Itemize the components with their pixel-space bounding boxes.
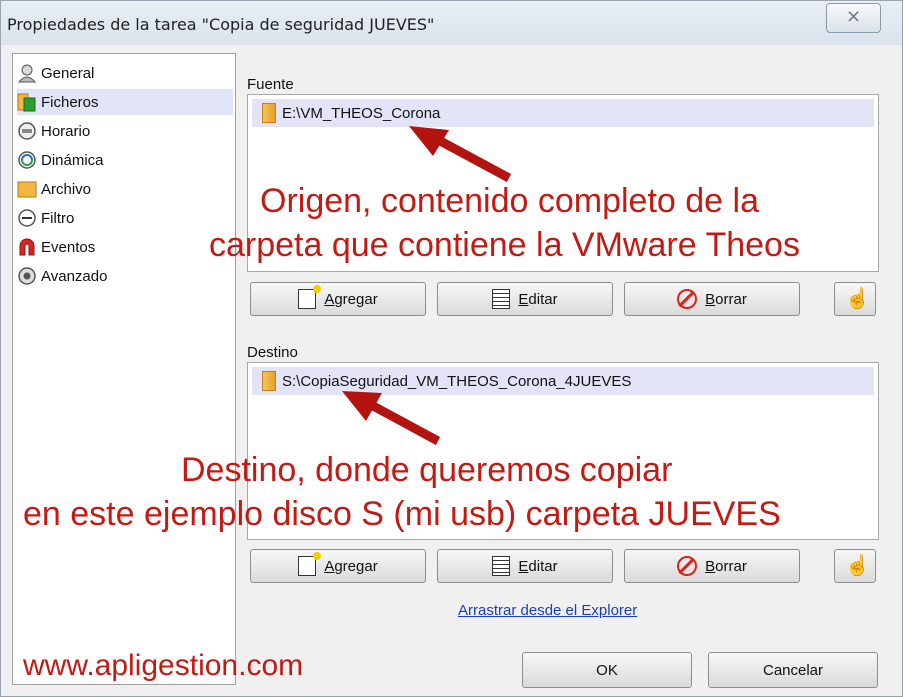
- hand-icon: ☝: [845, 288, 870, 310]
- origin-annotation-line1: Origen, contenido completo de la: [260, 182, 759, 220]
- source-pick-button[interactable]: ☝: [834, 282, 876, 316]
- list-item[interactable]: E:\VM_THEOS_Corona: [252, 99, 874, 127]
- add-label: gregar: [334, 290, 378, 308]
- sidebar-item-filtro[interactable]: Filtro: [17, 205, 233, 231]
- destination-edit-button[interactable]: Editar: [437, 549, 613, 583]
- hand-icon: ☝: [845, 555, 870, 577]
- sidebar-item-eventos[interactable]: Eventos: [17, 234, 233, 260]
- sidebar-item-label: Archivo: [41, 180, 92, 198]
- refresh-icon: [17, 150, 37, 170]
- sidebar-item-label: Ficheros: [41, 93, 99, 111]
- edit-label: ditar: [528, 557, 558, 575]
- delete-accesskey: B: [705, 557, 716, 575]
- edit-label: ditar: [528, 290, 558, 308]
- folder-icon: [262, 371, 276, 391]
- edit-icon: [492, 289, 511, 309]
- origin-annotation-line2: carpeta que contiene la VMware Theos: [209, 226, 800, 264]
- sidebar-item-general[interactable]: General: [17, 60, 233, 86]
- sidebar-item-label: Avanzado: [41, 267, 108, 285]
- ok-label: OK: [596, 661, 618, 679]
- dialog-title: Propiedades de la tarea "Copia de seguri…: [7, 15, 435, 34]
- source-path: E:\VM_THEOS_Corona: [282, 104, 441, 122]
- destination-label: Destino: [247, 344, 298, 361]
- add-icon: [298, 285, 322, 309]
- delete-label: orrar: [715, 557, 747, 575]
- filter-icon: [17, 208, 37, 228]
- task-properties-dialog: Propiedades de la tarea "Copia de seguri…: [0, 0, 903, 697]
- sidebar-item-label: Eventos: [41, 238, 96, 256]
- category-list: General Ficheros Horario Dinámica Archiv…: [12, 53, 236, 685]
- delete-label: orrar: [715, 290, 747, 308]
- destination-arrow: [342, 391, 441, 445]
- add-accesskey: A: [324, 557, 335, 575]
- sidebar-item-dinamica[interactable]: Dinámica: [17, 147, 233, 173]
- add-label: gregar: [334, 557, 378, 575]
- destination-annotation-line1: Destino, donde queremos copiar: [181, 451, 673, 489]
- delete-icon: [677, 556, 698, 576]
- website-annotation: www.apligestion.com: [23, 649, 304, 682]
- edit-icon: [492, 556, 511, 576]
- drag-from-explorer-link[interactable]: Arrastrar desde el Explorer: [458, 602, 637, 619]
- source-add-button[interactable]: Agregar: [250, 282, 426, 316]
- magnet-icon: [17, 237, 37, 257]
- sidebar-item-horario[interactable]: Horario: [17, 118, 233, 144]
- cancel-button[interactable]: Cancelar: [708, 652, 878, 688]
- source-edit-button[interactable]: Editar: [437, 282, 613, 316]
- sidebar-item-ficheros[interactable]: Ficheros: [17, 89, 233, 115]
- sidebar-item-label: General: [41, 64, 95, 82]
- sidebar-item-label: Horario: [41, 122, 91, 140]
- gear-icon: [17, 266, 37, 286]
- sidebar-item-label: Dinámica: [41, 151, 104, 169]
- origin-arrow: [409, 126, 512, 182]
- title-bar[interactable]: Propiedades de la tarea "Copia de seguri…: [1, 1, 902, 45]
- edit-accesskey: E: [518, 290, 529, 308]
- folder-icon: [262, 103, 276, 123]
- close-icon: ⨯: [845, 6, 862, 27]
- source-label: Fuente: [247, 76, 294, 93]
- archive-icon: [17, 179, 37, 199]
- clock-icon: [17, 121, 37, 141]
- destination-pick-button[interactable]: ☝: [834, 549, 876, 583]
- destination-delete-button[interactable]: Borrar: [624, 549, 800, 583]
- files-icon: [17, 92, 37, 112]
- destination-add-button[interactable]: Agregar: [250, 549, 426, 583]
- user-icon: [17, 63, 37, 83]
- close-button[interactable]: ⨯: [826, 3, 881, 33]
- add-accesskey: A: [324, 290, 335, 308]
- source-delete-button[interactable]: Borrar: [624, 282, 800, 316]
- add-icon: [298, 552, 322, 576]
- sidebar-item-label: Filtro: [41, 209, 75, 227]
- sidebar-item-archivo[interactable]: Archivo: [17, 176, 233, 202]
- edit-accesskey: E: [518, 557, 529, 575]
- ok-button[interactable]: OK: [522, 652, 692, 688]
- delete-icon: [677, 289, 698, 309]
- destination-annotation-line2: en este ejemplo disco S (mi usb) carpeta…: [23, 495, 781, 533]
- cancel-label: Cancelar: [762, 661, 824, 679]
- delete-accesskey: B: [705, 290, 716, 308]
- sidebar-item-avanzado[interactable]: Avanzado: [17, 263, 233, 289]
- destination-path: S:\CopiaSeguridad_VM_THEOS_Corona_4JUEVE…: [282, 372, 632, 390]
